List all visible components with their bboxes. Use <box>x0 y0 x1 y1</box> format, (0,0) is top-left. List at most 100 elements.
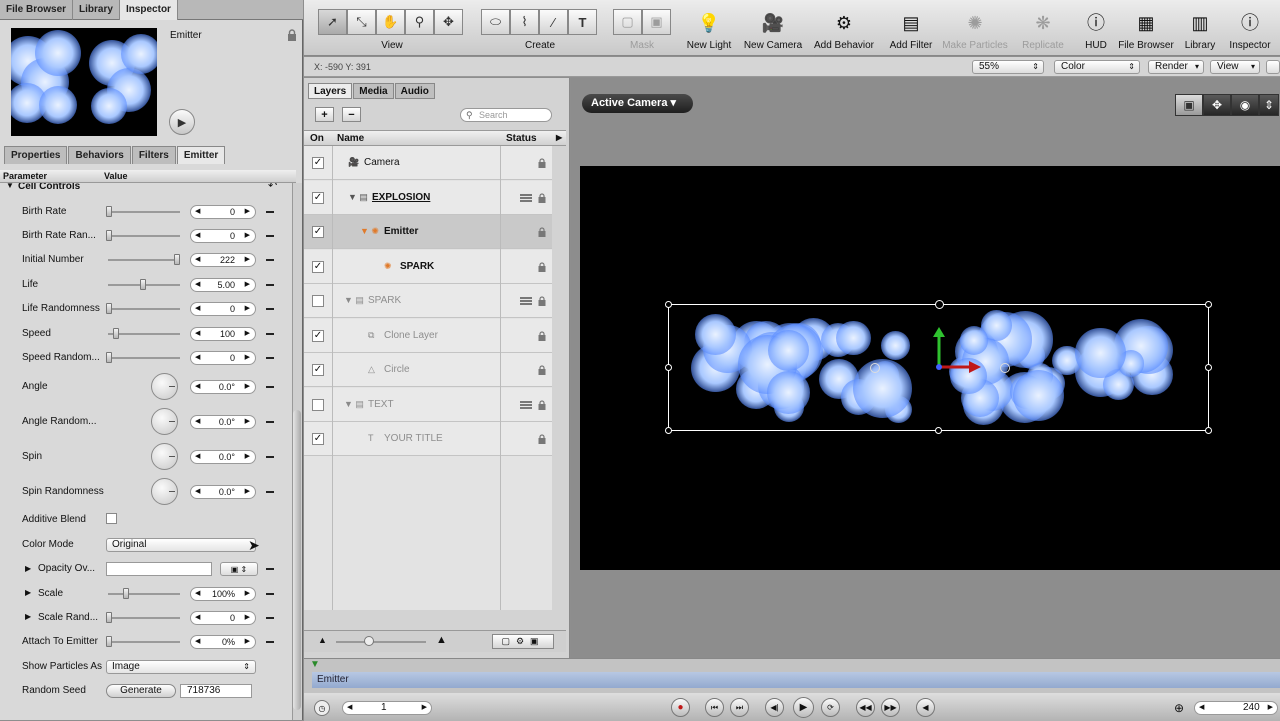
go-to-end-button[interactable]: ⏭ <box>730 698 749 717</box>
resize-handle[interactable] <box>935 427 942 434</box>
camera-tool-button[interactable]: ✥ <box>434 9 463 35</box>
toolbar-new-camera-button[interactable]: 🎥 New Camera <box>738 10 808 51</box>
lock-icon[interactable] <box>538 330 546 341</box>
resize-handle[interactable] <box>1205 427 1212 434</box>
tab-media[interactable]: Media <box>353 83 394 99</box>
life-rand-minus-button[interactable] <box>266 308 274 310</box>
speed-rand-slider[interactable] <box>106 352 180 363</box>
end-frame-field[interactable]: ◀ 240 ▶ <box>1194 701 1278 715</box>
birth-rate-minus-button[interactable] <box>266 211 274 213</box>
lock-icon[interactable] <box>538 192 546 203</box>
channels-popup[interactable]: Color ⇕ <box>1054 60 1140 74</box>
tab-library[interactable]: Library <box>73 0 120 20</box>
scale-minus-button[interactable] <box>266 593 274 595</box>
toolbar-file-browser-button[interactable]: ▦ File Browser <box>1116 10 1176 51</box>
reset-icon[interactable]: ↶ <box>268 183 277 192</box>
preview-play-button[interactable]: ▶ <box>169 109 195 135</box>
life-rand-slider[interactable] <box>106 303 180 314</box>
zoom-popup[interactable]: 55% ⇕ <box>972 60 1044 74</box>
toolbar-new-light-button[interactable]: 💡 New Light <box>674 10 744 51</box>
color-mode-popup[interactable]: Original <box>106 538 256 552</box>
axis-arrows-icon[interactable] <box>925 325 985 375</box>
layer-visibility-checkbox[interactable] <box>312 398 324 411</box>
speed-rand-minus-button[interactable] <box>266 357 274 359</box>
loop-button[interactable]: ⟳ <box>821 698 840 717</box>
layer-row[interactable]: ▼ ▤ SPARK <box>304 284 552 318</box>
scale-slider[interactable] <box>108 588 180 599</box>
resize-handle[interactable] <box>1205 364 1212 371</box>
spin-rand-field[interactable]: ◀ 0.0° ▶ <box>190 485 256 499</box>
speed-slider[interactable] <box>108 328 180 339</box>
layer-row[interactable]: ✓ ▼ ✺ Emitter <box>304 215 552 249</box>
audio-forward-button[interactable]: ▶▶ <box>881 698 900 717</box>
resize-handle[interactable] <box>1205 301 1212 308</box>
current-frame-field[interactable]: ◀ 1 ▶ <box>342 701 432 715</box>
spin-minus-button[interactable] <box>266 456 274 458</box>
lock-icon[interactable] <box>538 399 546 410</box>
tab-audio[interactable]: Audio <box>394 83 435 99</box>
mask-bezier-button[interactable]: ▣ <box>642 9 671 35</box>
go-to-start-button[interactable]: ⏮ <box>705 698 724 717</box>
thumbnail-size-slider[interactable] <box>336 636 426 646</box>
transform-tool-button[interactable]: ⤡ <box>347 9 376 35</box>
initial-number-slider[interactable] <box>108 254 180 265</box>
bezier-tool-button[interactable]: ⌇ <box>510 9 539 35</box>
inspector-scroll-thumb[interactable] <box>293 410 301 710</box>
gradient-preset-popup[interactable]: ▣ ⇕ <box>220 562 258 576</box>
layer-visibility-checkbox[interactable]: ✓ <box>312 191 324 204</box>
birth-rate-field[interactable]: ◀ 0 ▶ <box>190 205 256 219</box>
scale-field[interactable]: ◀ 100% ▶ <box>190 587 256 601</box>
lock-icon[interactable] <box>538 296 546 306</box>
play-button[interactable]: ▶ <box>793 697 814 718</box>
scale-rand-minus-button[interactable] <box>266 617 274 619</box>
layer-row[interactable]: ▼ ▤ TEXT <box>304 387 552 422</box>
spin-rand-minus-button[interactable] <box>266 491 274 493</box>
record-button[interactable]: ● <box>671 698 690 717</box>
lock-icon[interactable] <box>287 29 297 41</box>
angle-dial[interactable] <box>151 373 178 400</box>
opacity-gradient-bar[interactable] <box>106 562 212 576</box>
life-field[interactable]: ◀ 5.00 ▶ <box>190 278 256 292</box>
generate-button[interactable]: Generate <box>106 684 176 698</box>
remove-layer-button[interactable]: − <box>342 107 361 122</box>
paint-tool-button[interactable]: ∕ <box>539 9 568 35</box>
angle-rand-minus-button[interactable] <box>266 421 274 423</box>
layout-popup[interactable] <box>1266 60 1280 74</box>
lock-icon[interactable] <box>538 365 546 375</box>
angle-field[interactable]: ◀ 0.0° ▶ <box>190 380 256 394</box>
birth-rate-rand-minus-button[interactable] <box>266 235 274 237</box>
playhead-icon[interactable]: ▼ <box>310 659 320 670</box>
initial-number-field[interactable]: ◀ 222 ▶ <box>190 253 256 267</box>
layer-visibility-checkbox[interactable]: ✓ <box>312 433 324 445</box>
tab-inspector[interactable]: Inspector <box>119 0 178 20</box>
resize-handle[interactable] <box>665 301 672 308</box>
timeline-track-emitter[interactable]: Emitter <box>312 672 1280 688</box>
tab-filters[interactable]: Filters <box>131 146 176 164</box>
audio-button[interactable]: ◀◀ <box>856 698 875 717</box>
life-slider[interactable] <box>108 279 180 290</box>
orbit-view-button[interactable]: ◉ <box>1231 94 1259 116</box>
scale-rand-slider[interactable] <box>106 612 180 623</box>
random-seed-field[interactable]: 718736 <box>180 684 252 698</box>
speed-minus-button[interactable] <box>266 333 274 335</box>
spin-rand-dial[interactable] <box>151 478 178 505</box>
step-back-button[interactable]: ◀| <box>765 698 784 717</box>
angle-rand-field[interactable]: ◀ 0.0° ▶ <box>190 415 256 429</box>
anchor-ring[interactable] <box>870 363 880 373</box>
speed-field[interactable]: ◀ 100 ▶ <box>190 327 256 341</box>
target-icon[interactable]: ⊕ <box>1174 701 1184 715</box>
layers-search-input[interactable]: ⚲ Search <box>460 108 552 122</box>
toolbar-add-behavior-button[interactable]: ⚙ Add Behavior <box>809 10 879 51</box>
disclosure-closed-icon[interactable]: ▶ <box>25 564 31 573</box>
attach-minus-button[interactable] <box>266 641 274 643</box>
lock-icon[interactable] <box>538 158 546 168</box>
layer-row[interactable]: ✓ 🎥 Camera <box>304 146 552 180</box>
add-layer-button[interactable]: + <box>315 107 334 122</box>
active-camera-button[interactable]: Active Camera ▾ <box>582 94 693 113</box>
zoom-tool-button[interactable]: ⚲ <box>405 9 434 35</box>
tab-layers[interactable]: Layers <box>308 83 353 99</box>
toolbar-make-particles-button[interactable]: ✺ Make Particles <box>940 10 1010 51</box>
scale-rand-field[interactable]: ◀ 0 ▶ <box>190 611 256 625</box>
birth-rate-rand-slider[interactable] <box>106 230 180 241</box>
layer-visibility-checkbox[interactable] <box>312 295 324 307</box>
